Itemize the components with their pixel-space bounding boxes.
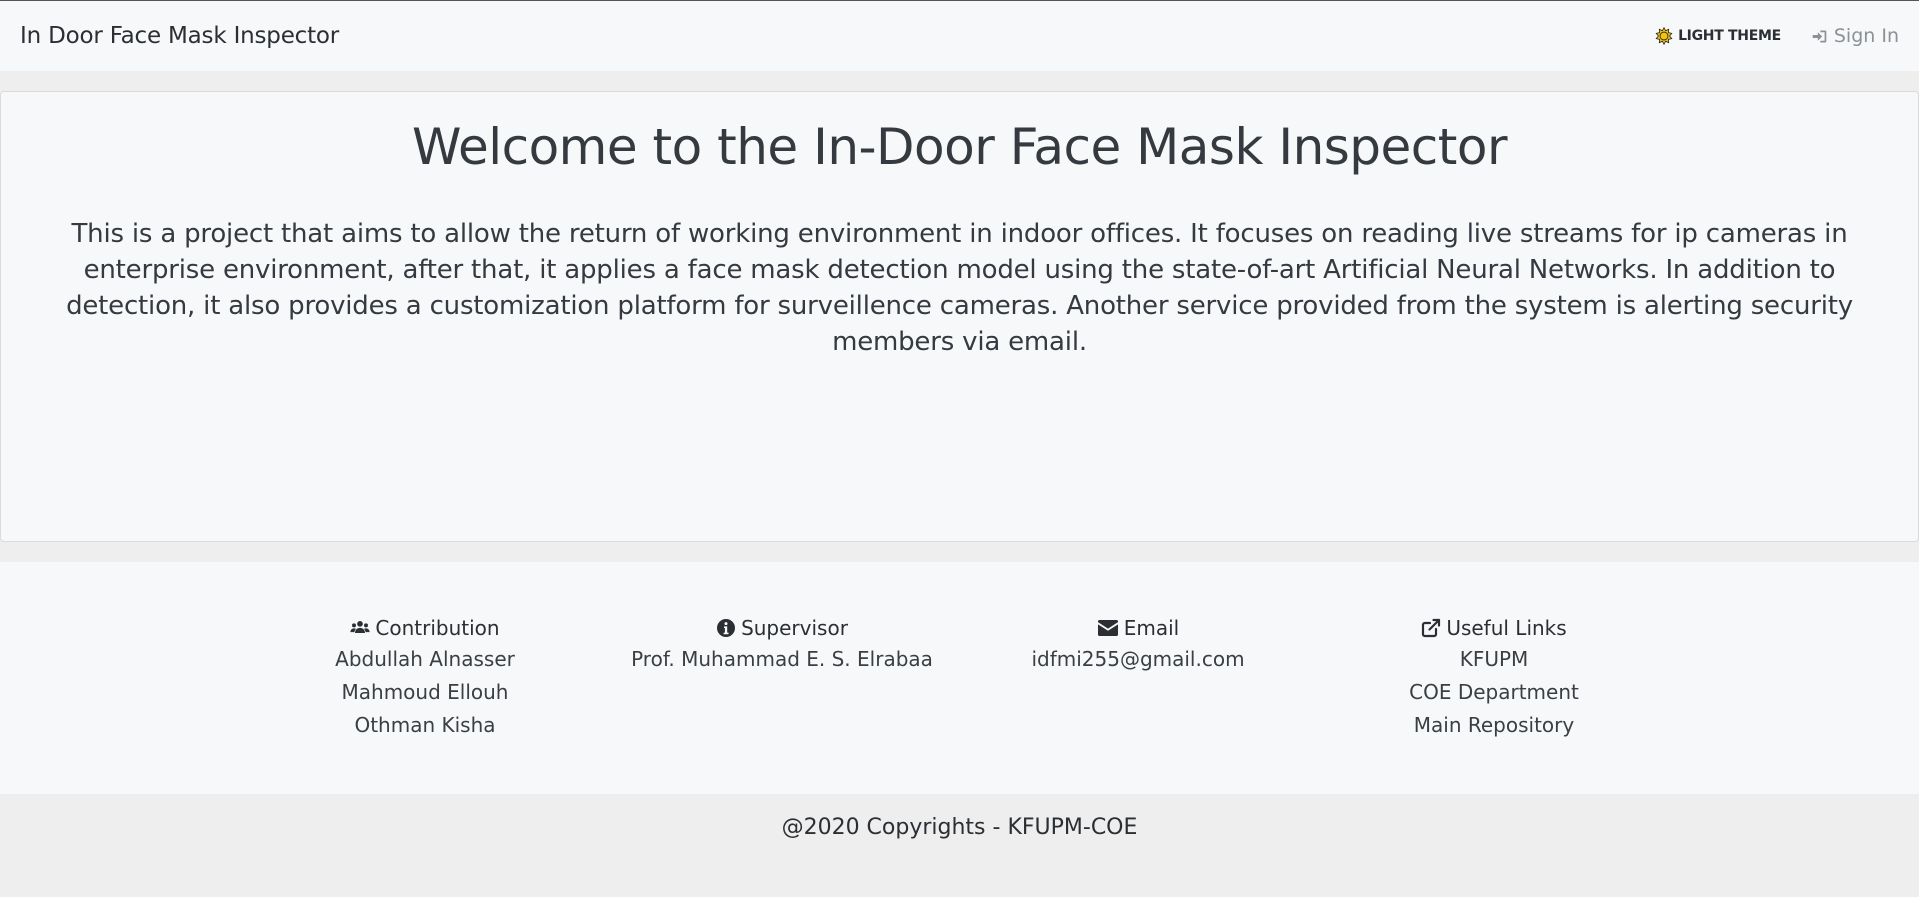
copyright-text: @2020 Copyrights - KFUPM-COE: [781, 815, 1138, 840]
brand-title[interactable]: In Door Face Mask Inspector: [20, 23, 339, 49]
email-heading-label: Email: [1123, 616, 1180, 640]
link-coe-department[interactable]: COE Department: [1324, 676, 1664, 709]
contributor-name: Mahmoud Ellouh: [341, 680, 509, 704]
page-title: Welcome to the In-Door Face Mask Inspect…: [411, 118, 1508, 176]
contribution-column: Contribution Abdullah Alnasser Mahmoud E…: [255, 613, 595, 742]
navbar-actions: LIGHT THEME Sign In: [1655, 25, 1899, 47]
sign-in-link[interactable]: Sign In: [1811, 25, 1899, 47]
welcome-panel: Welcome to the In-Door Face Mask Inspect…: [0, 91, 1919, 542]
link-kfupm[interactable]: KFUPM: [1324, 643, 1664, 676]
supervisor-name: Prof. Muhammad E. S. Elrabaa: [631, 647, 933, 671]
contact-email[interactable]: idfmi255@gmail.com: [968, 643, 1308, 676]
supervisor-column: Supervisor Prof. Muhammad E. S. Elrabaa: [612, 613, 952, 676]
useful-links-heading-label: Useful Links: [1446, 616, 1567, 640]
supervisor-heading: Supervisor: [612, 613, 952, 643]
navbar: In Door Face Mask Inspector LIGHT THEME: [0, 1, 1919, 71]
copyright-footer: @2020 Copyrights - KFUPM-COE: [0, 794, 1919, 897]
email-column: Email idfmi255@gmail.com: [968, 613, 1308, 676]
contribution-heading-label: Contribution: [375, 616, 500, 640]
project-description: This is a project that aims to allow the…: [66, 219, 1853, 357]
info-footer: Contribution Abdullah Alnasser Mahmoud E…: [0, 562, 1919, 794]
envelope-icon: [1097, 619, 1119, 637]
contributor-name: Abdullah Alnasser: [335, 647, 515, 671]
email-heading: Email: [968, 613, 1308, 643]
users-icon: [350, 618, 370, 638]
sun-icon: [1655, 27, 1673, 45]
theme-toggle-label: LIGHT THEME: [1678, 28, 1781, 44]
contribution-heading: Contribution: [255, 613, 595, 643]
theme-toggle-button[interactable]: LIGHT THEME: [1655, 27, 1781, 45]
link-main-repository[interactable]: Main Repository: [1324, 709, 1664, 742]
info-circle-icon: [716, 618, 736, 638]
supervisor-heading-label: Supervisor: [741, 616, 848, 640]
useful-links-column: Useful Links KFUPM COE Department Main R…: [1324, 613, 1664, 742]
sign-in-icon: [1811, 28, 1828, 45]
contributor-name: Othman Kisha: [354, 713, 496, 737]
external-link-icon: [1421, 618, 1441, 638]
sign-in-label: Sign In: [1833, 25, 1899, 47]
useful-links-heading: Useful Links: [1324, 613, 1664, 643]
